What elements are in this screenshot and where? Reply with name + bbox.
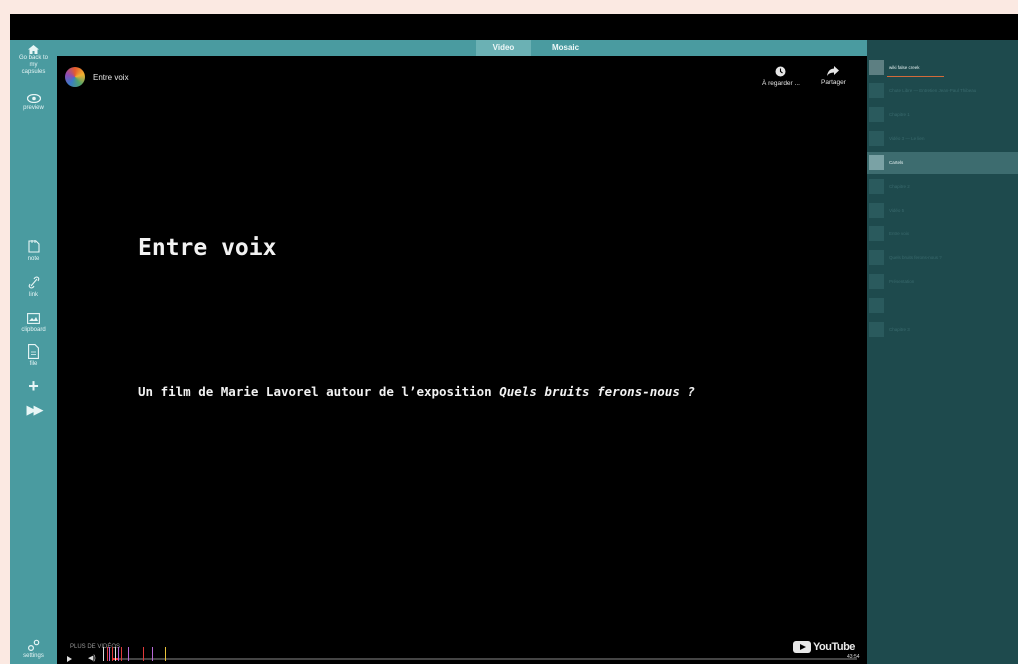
item-label: Présentation [889, 279, 915, 284]
link-icon [28, 276, 39, 289]
item-label: Vidéo 5 [889, 208, 905, 213]
item-thumbnail [869, 322, 884, 337]
home-label: Go back to my capsules [18, 55, 48, 75]
exhibition-title: Quels bruits ferons-nous ? [499, 384, 695, 399]
item-thumbnail [869, 298, 884, 313]
file-button[interactable]: file [10, 344, 57, 368]
preview-label: preview [23, 105, 44, 111]
active-underline [887, 76, 944, 77]
item-label: Cartels [889, 160, 904, 165]
view-tabs: Video Mosaic [57, 40, 867, 56]
item-thumbnail [869, 179, 884, 194]
credits-line: Un film de Marie Lavorel autour de l’exp… [138, 384, 695, 399]
progress-bar[interactable] [112, 658, 857, 660]
share-button[interactable]: Partager [821, 66, 846, 86]
clipboard-label: clipboard [21, 327, 46, 333]
fast-forward-button[interactable]: ▶▶ [10, 403, 57, 416]
note-button[interactable]: note [10, 239, 57, 263]
item-label: Quels bruits ferons-nous ? [889, 255, 942, 260]
list-item[interactable]: Entre voix [867, 223, 1018, 245]
scrub-artifact [109, 647, 110, 661]
item-thumbnail [869, 155, 884, 170]
scrub-artifact [165, 647, 166, 661]
list-item[interactable]: Chapitre 1 [867, 104, 1018, 126]
scrub-handle[interactable] [103, 647, 104, 661]
settings-label: settings [23, 653, 44, 659]
list-item[interactable]: Quels bruits ferons-nous ? [867, 247, 1018, 269]
list-item[interactable]: Vidéo 5 [867, 200, 1018, 222]
list-item[interactable]: Chapitre 2 [867, 176, 1018, 198]
scrub-artifact [152, 647, 153, 661]
title-card: Entre voix [138, 235, 277, 261]
scrub-artifact [107, 647, 108, 661]
channel-avatar[interactable] [65, 67, 85, 87]
watch-later-button[interactable]: À regarder ... [762, 66, 800, 87]
player-controls: ◀) [57, 647, 867, 664]
clipboard-icon [27, 313, 40, 324]
fast-forward-icon: ▶▶ [26, 402, 44, 417]
scrub-artifact [115, 647, 116, 661]
settings-button[interactable]: settings [10, 639, 57, 660]
tab-mosaic[interactable]: Mosaic [543, 40, 588, 56]
list-item[interactable]: wiki false creek [867, 57, 1018, 79]
item-label: Chapitre 2 [889, 184, 910, 189]
item-thumbnail [869, 107, 884, 122]
item-thumbnail [869, 250, 884, 265]
scrub-artifact [121, 647, 122, 661]
item-label: Entre voix [889, 231, 910, 236]
list-item[interactable] [867, 295, 1018, 317]
item-label: Vidéo 3 — Le lien [889, 136, 925, 141]
item-label: wiki false creek [889, 65, 920, 70]
scrub-artifact [118, 647, 119, 661]
scrub-artifact [143, 647, 144, 661]
link-label: link [28, 292, 38, 298]
item-thumbnail [869, 274, 884, 289]
note-icon [27, 240, 40, 253]
scrub-artifact [128, 647, 129, 661]
clipboard-button[interactable]: clipboard [10, 313, 57, 334]
file-icon [28, 344, 39, 359]
video-player[interactable]: Entre voix À regarder ... Partager Entre… [57, 56, 867, 664]
share-label: Partager [821, 79, 846, 86]
share-icon [827, 66, 840, 76]
youtube-logo[interactable]: YouTube [793, 640, 855, 654]
item-thumbnail [869, 226, 884, 241]
list-item-selected[interactable]: Cartels [867, 152, 1018, 174]
gear-icon [27, 639, 40, 652]
item-label: Chute Libre — Entretien Jean-Paul Thibea… [889, 88, 977, 93]
item-thumbnail [869, 203, 884, 218]
play-icon[interactable] [67, 656, 72, 662]
clock-icon [775, 66, 786, 77]
top-black-bar [10, 14, 1018, 40]
credits-text: Un film de Marie Lavorel autour de l’exp… [138, 384, 500, 399]
video-title[interactable]: Entre voix [93, 73, 129, 82]
youtube-wordmark: YouTube [813, 641, 855, 653]
item-thumbnail [869, 60, 884, 75]
item-label: Chapitre 1 [889, 112, 910, 117]
scrub-artifact [112, 647, 113, 661]
left-toolbar: Go back to my capsules preview note link… [10, 40, 57, 664]
app-window: Go back to my capsules preview note link… [10, 40, 1018, 664]
volume-icon[interactable]: ◀) [88, 654, 96, 662]
capsule-list-panel: wiki false creek Chute Libre — Entretien… [867, 40, 1018, 664]
list-item[interactable]: Vidéo 3 — Le lien [867, 128, 1018, 150]
add-button[interactable]: + [10, 376, 57, 396]
file-label: file [29, 361, 38, 367]
note-label: note [27, 256, 40, 262]
home-button[interactable]: Go back to my capsules [10, 45, 57, 76]
item-thumbnail [869, 83, 884, 98]
item-label: Chapitre 3 [889, 327, 910, 332]
item-thumbnail [869, 131, 884, 146]
preview-button[interactable]: preview [10, 94, 57, 112]
watch-later-label: À regarder ... [762, 80, 800, 87]
home-icon [28, 45, 39, 54]
link-button[interactable]: link [10, 276, 57, 299]
youtube-play-icon [793, 641, 811, 653]
plus-icon: + [28, 376, 39, 396]
eye-icon [26, 94, 41, 103]
list-item[interactable]: Chute Libre — Entretien Jean-Paul Thibea… [867, 80, 1018, 102]
list-item[interactable]: Présentation [867, 271, 1018, 293]
tab-video[interactable]: Video [476, 40, 531, 56]
list-item[interactable]: Chapitre 3 [867, 319, 1018, 341]
